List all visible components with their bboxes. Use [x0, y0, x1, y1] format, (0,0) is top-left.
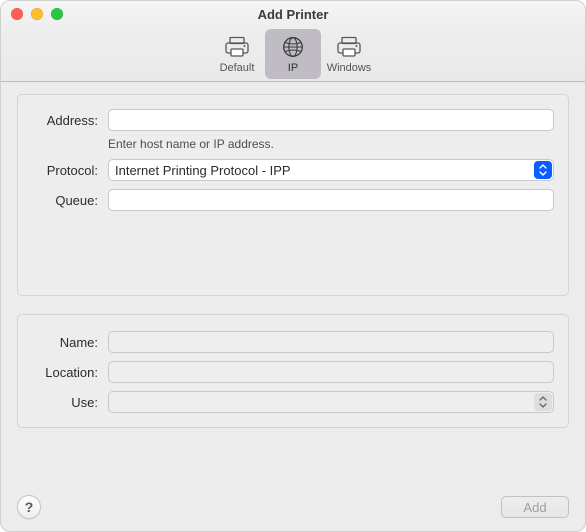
protocol-value: Internet Printing Protocol - IPP	[115, 163, 291, 178]
printer-icon	[336, 34, 362, 60]
address-input[interactable]	[108, 109, 554, 131]
tab-windows[interactable]: Windows	[321, 29, 377, 79]
footer: ? Add	[1, 483, 585, 531]
add-button[interactable]: Add	[501, 496, 569, 518]
tab-ip[interactable]: IP	[265, 29, 321, 79]
use-row: Use:	[32, 391, 554, 413]
connection-panel: Address: Enter host name or IP address. …	[17, 94, 569, 296]
address-label: Address:	[32, 113, 98, 128]
name-row: Name:	[32, 331, 554, 353]
window-title: Add Printer	[1, 7, 585, 22]
tab-ip-label: IP	[288, 62, 298, 74]
name-input[interactable]	[108, 331, 554, 353]
tab-windows-label: Windows	[327, 62, 372, 74]
use-select[interactable]	[108, 391, 554, 413]
toolbar-tabs: Default IP	[209, 29, 377, 79]
tab-default-label: Default	[220, 62, 255, 74]
globe-icon	[281, 34, 305, 60]
details-panel: Name: Location: Use:	[17, 314, 569, 428]
queue-label: Queue:	[32, 193, 98, 208]
zoom-window-button[interactable]	[51, 8, 63, 20]
tab-default[interactable]: Default	[209, 29, 265, 79]
protocol-label: Protocol:	[32, 163, 98, 178]
address-hint: Enter host name or IP address.	[108, 137, 554, 151]
close-window-button[interactable]	[11, 8, 23, 20]
address-row: Address:	[32, 109, 554, 131]
printer-icon	[224, 34, 250, 60]
name-label: Name:	[32, 335, 98, 350]
toolbar: Default IP	[1, 27, 585, 82]
add-printer-window: Add Printer Default	[0, 0, 586, 532]
help-button[interactable]: ?	[17, 495, 41, 519]
content-area: Address: Enter host name or IP address. …	[1, 82, 585, 483]
chevron-updown-icon	[534, 161, 552, 179]
queue-input[interactable]	[108, 189, 554, 211]
queue-row: Queue:	[32, 189, 554, 211]
protocol-select[interactable]: Internet Printing Protocol - IPP	[108, 159, 554, 181]
minimize-window-button[interactable]	[31, 8, 43, 20]
location-row: Location:	[32, 361, 554, 383]
protocol-row: Protocol: Internet Printing Protocol - I…	[32, 159, 554, 181]
add-button-label: Add	[523, 500, 546, 515]
titlebar: Add Printer	[1, 1, 585, 27]
chevron-updown-icon	[534, 393, 552, 411]
location-input[interactable]	[108, 361, 554, 383]
help-icon: ?	[25, 499, 34, 515]
window-controls	[11, 8, 63, 20]
use-label: Use:	[32, 395, 98, 410]
location-label: Location:	[32, 365, 98, 380]
